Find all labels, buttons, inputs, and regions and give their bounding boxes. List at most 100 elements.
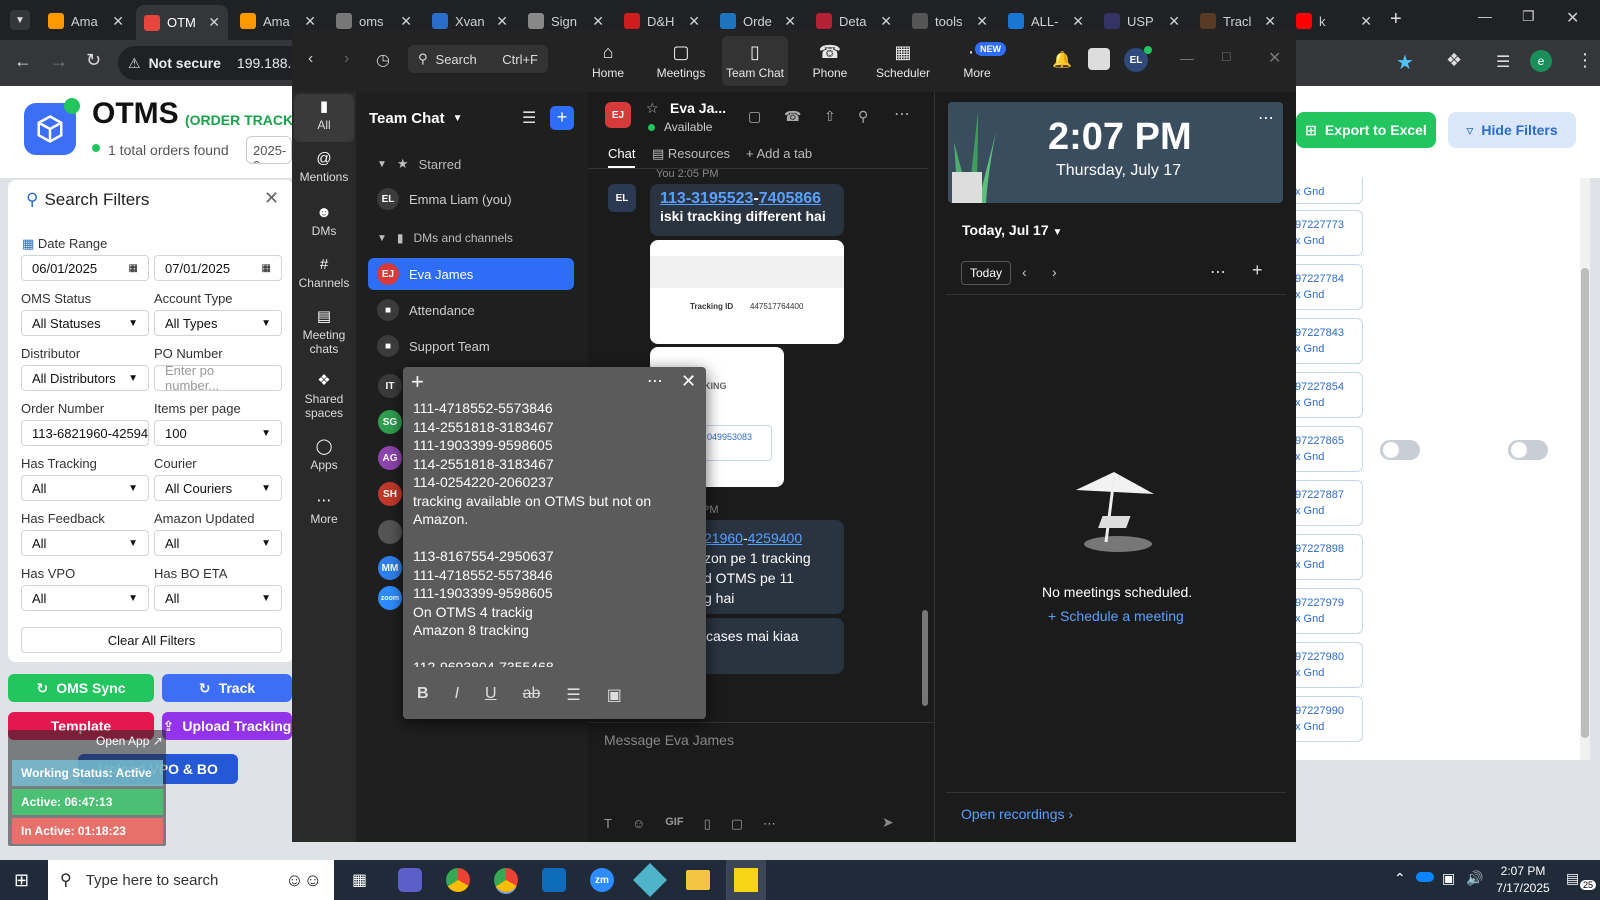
- close-filters-icon[interactable]: ✕: [264, 188, 279, 209]
- rail-more[interactable]: ⋯ More: [294, 493, 354, 526]
- browser-tab[interactable]: OTM ✕: [136, 5, 228, 40]
- distributor-select[interactable]: All Distributors ▼: [21, 365, 149, 391]
- sticky-notes-active[interactable]: [726, 860, 766, 900]
- more-icon[interactable]: ⋯: [1258, 108, 1274, 128]
- volume-icon[interactable]: 🔊: [1466, 870, 1483, 887]
- oms-sync-button[interactable]: ↻ OMS Sync: [8, 674, 154, 702]
- next-day-icon[interactable]: ›: [1052, 264, 1057, 280]
- close-tab-icon[interactable]: ✕: [496, 13, 508, 30]
- profile-avatar[interactable]: e: [1530, 50, 1552, 72]
- chrome-icon[interactable]: [494, 868, 518, 892]
- chat-item-attendance[interactable]: ■ Attendance: [368, 294, 574, 326]
- tab-chat[interactable]: Chat: [608, 146, 636, 168]
- items-per-page-select[interactable]: 100 ▼: [154, 420, 282, 446]
- close-tab-icon[interactable]: ✕: [784, 13, 796, 30]
- chat-scrollbar[interactable]: [922, 610, 928, 706]
- nav-team-chat[interactable]: ▯ Team Chat: [722, 36, 788, 86]
- bell-icon[interactable]: 🔔: [1052, 50, 1072, 70]
- back-icon[interactable]: ‹: [308, 50, 313, 68]
- close-tab-icon[interactable]: ✕: [1168, 13, 1180, 30]
- close-tab-icon[interactable]: ✕: [1072, 13, 1084, 30]
- avatar[interactable]: SH: [378, 482, 402, 506]
- scrollbar-thumb[interactable]: [1581, 268, 1589, 738]
- has-bo-eta-select[interactable]: All ▼: [154, 585, 282, 611]
- more-icon[interactable]: ⋯: [647, 371, 663, 391]
- toggle-switch[interactable]: [1508, 440, 1548, 460]
- more-icon[interactable]: ⋯: [763, 816, 776, 832]
- network-icon[interactable]: ▣: [1442, 870, 1455, 887]
- screenshot-icon[interactable]: ▢: [731, 816, 743, 832]
- tab-search-button[interactable]: ▼: [10, 10, 30, 30]
- export-excel-button[interactable]: ⊞ Export to Excel: [1296, 112, 1436, 148]
- rail-apps[interactable]: ◯ Apps: [294, 439, 354, 472]
- italic-icon[interactable]: I: [455, 685, 459, 705]
- file-icon[interactable]: ▯: [704, 816, 711, 832]
- reload-icon[interactable]: ↻: [86, 50, 101, 71]
- browser-tab[interactable]: Ama ✕: [40, 7, 132, 35]
- maximize-icon[interactable]: □: [1222, 48, 1230, 64]
- image-attachment[interactable]: Tracking ID 447517764400: [650, 240, 844, 344]
- order-card[interactable]: 97227980 x Gnd: [1290, 642, 1363, 688]
- extensions-icon[interactable]: ❖: [1446, 50, 1462, 71]
- today-header[interactable]: Today, Jul 17 ▼: [962, 222, 1062, 238]
- chat-item-support[interactable]: ■ Support Team: [368, 330, 574, 362]
- browser-tab[interactable]: k ✕: [1288, 7, 1380, 35]
- avatar[interactable]: MM: [378, 556, 402, 580]
- order-link[interactable]: 21960: [704, 530, 743, 546]
- rail-shared-spaces[interactable]: ❖ Shared spaces: [294, 373, 354, 420]
- courier-select[interactable]: All Couriers ▼: [154, 475, 282, 501]
- star-icon[interactable]: ☆: [646, 100, 659, 117]
- avatar[interactable]: AG: [378, 446, 402, 470]
- close-tab-icon[interactable]: ✕: [880, 13, 892, 30]
- order-number-input[interactable]: 113-6821960-425940: [21, 420, 149, 446]
- gif-icon[interactable]: GIF: [665, 816, 683, 832]
- close-tab-icon[interactable]: ✕: [688, 13, 700, 30]
- hide-filters-button[interactable]: ▿ Hide Filters: [1448, 112, 1576, 148]
- starred-section[interactable]: ▼ ★ Starred: [368, 148, 574, 180]
- clear-filters-button[interactable]: Clear All Filters: [21, 627, 282, 653]
- has-feedback-select[interactable]: All ▼: [21, 530, 149, 556]
- rail-channels[interactable]: # Channels: [294, 257, 354, 290]
- rail-mentions[interactable]: @ Mentions: [294, 151, 354, 184]
- rail-dms[interactable]: ☻ DMs: [294, 205, 354, 238]
- close-icon[interactable]: ✕: [681, 371, 696, 392]
- bold-icon[interactable]: B: [417, 685, 429, 705]
- new-chat-button[interactable]: +: [550, 106, 574, 130]
- bookmark-star-icon[interactable]: ★: [1396, 50, 1414, 75]
- order-card[interactable]: 97227784 x Gnd: [1290, 264, 1363, 310]
- zoom-app-icon[interactable]: zm: [590, 868, 614, 892]
- filter-icon[interactable]: ☰: [522, 108, 536, 128]
- account-type-select[interactable]: All Types ▼: [154, 310, 282, 336]
- dms-section[interactable]: ▼ ▮ DMs and channels: [368, 222, 574, 254]
- oms-status-select[interactable]: All Statuses ▼: [21, 310, 149, 336]
- phone-icon[interactable]: ☎: [784, 108, 801, 125]
- omnibox[interactable]: ⚠ Not secure 199.188.20: [118, 46, 308, 80]
- forward-icon[interactable]: ›: [344, 50, 349, 68]
- tab-resources[interactable]: ▤ Resources: [652, 146, 730, 162]
- teams-icon[interactable]: [398, 868, 422, 892]
- chrome-icon[interactable]: [446, 868, 470, 892]
- upload-tracking-button[interactable]: ⇪ Upload Tracking: [162, 712, 292, 740]
- toggle-switch[interactable]: [1380, 440, 1420, 460]
- notifications-icon[interactable]: ▤: [1566, 870, 1579, 887]
- outlook-icon[interactable]: [542, 868, 566, 892]
- amazon-updated-select[interactable]: All ▼: [154, 530, 282, 556]
- restore-icon[interactable]: ❐: [1522, 8, 1535, 25]
- zoom-search-input[interactable]: ⚲ Search Ctrl+F: [408, 45, 548, 73]
- send-icon[interactable]: ➤: [882, 814, 894, 831]
- close-tab-icon[interactable]: ✕: [1360, 13, 1372, 30]
- minimize-icon[interactable]: —: [1180, 50, 1194, 66]
- order-link[interactable]: 7405866: [759, 190, 821, 207]
- format-icon[interactable]: T: [604, 816, 612, 832]
- forward-icon[interactable]: →: [50, 51, 68, 72]
- close-tab-icon[interactable]: ✕: [208, 14, 220, 31]
- note-body[interactable]: 111-4718552-5573846 114-2551818-3183467 …: [413, 399, 696, 667]
- close-tab-icon[interactable]: ✕: [976, 13, 988, 30]
- close-window-icon[interactable]: ✕: [1566, 8, 1579, 28]
- chevron-up-icon[interactable]: ⌃: [1394, 870, 1406, 887]
- close-tab-icon[interactable]: ✕: [112, 13, 124, 30]
- tab-add[interactable]: + Add a tab: [746, 146, 812, 161]
- image-icon[interactable]: ▣: [607, 685, 622, 705]
- close-tab-icon[interactable]: ✕: [1264, 13, 1276, 30]
- order-card[interactable]: 97227865 x Gnd: [1290, 426, 1363, 472]
